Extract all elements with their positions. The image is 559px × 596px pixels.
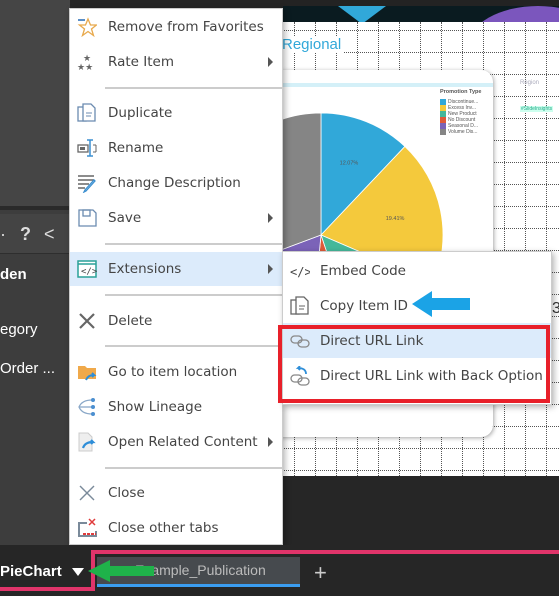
legend-title: Promotion Type [440,89,482,95]
star-remove-icon [77,17,97,37]
menu-item-change-description[interactable]: Change Description [70,166,282,200]
tab-label: PieChart [0,563,62,580]
menu-item-label: Open Related Content [108,434,258,450]
app-window: · ? < den egory Order ... Regional Regio… [0,0,559,596]
menu-item-duplicate[interactable]: Duplicate [70,96,282,130]
menu-item-label: Save [108,210,142,226]
edit-description-icon [78,175,96,193]
svg-text:★★: ★★ [77,63,93,72]
code-icon: </> [290,265,310,279]
submenu-arrow-icon [268,264,273,274]
slide-insights-tag: #SlideInsights [520,106,554,112]
close-other-tabs-icon [78,518,97,537]
list-item[interactable]: den [0,266,27,283]
submenu-arrow-icon [268,437,273,447]
menu-item-go-to-location[interactable]: Go to item location [70,355,282,389]
menu-item-remove-from-favorites[interactable]: Remove from Favorites [70,10,282,44]
report-title: Regional [282,36,344,53]
tabbar-highlight [0,587,95,591]
menu-separator [105,243,282,245]
tab-label: Example_Publication [135,562,266,578]
menu-item-label: Close [108,485,145,501]
menu-item-extensions[interactable]: </> Extensions [70,252,282,286]
grid-line [280,470,559,471]
region-label: Region [520,80,540,86]
duplicate-icon [77,103,96,122]
menu-item-delete[interactable]: Delete [70,304,282,338]
menu-item-label: Rename [108,140,164,156]
tab-piechart[interactable]: PieChart [0,556,91,587]
menu-item-show-lineage[interactable]: Show Lineage [70,390,282,424]
slice-label: 19.41% [386,216,405,222]
list-item[interactable]: Order ... [0,360,55,377]
menu-item-rename[interactable]: Rename [70,131,282,165]
legend-swatch [440,129,446,135]
delete-x-icon [79,313,95,329]
menu-item-label: Show Lineage [108,399,202,415]
menu-separator [105,294,282,296]
menu-separator [105,345,282,347]
green-arrow-annotation [88,560,154,582]
submenu-arrow-icon [268,213,273,223]
list-item[interactable]: egory [0,321,38,338]
menu-item-label: Close other tabs [108,520,219,536]
menu-item-close-other-tabs[interactable]: Close other tabs [70,511,282,545]
slice-label: 12.07% [340,161,359,167]
grid-line [546,22,547,476]
submenu-item-label: Copy Item ID [320,297,408,314]
blue-arrow-annotation [412,291,470,317]
menu-separator [105,467,282,469]
menu-item-label: Remove from Favorites [108,19,264,35]
tabbar-highlight [91,550,559,554]
kpi-value: 3 [552,300,559,317]
menu-item-label: Delete [108,313,153,329]
submenu-item-label: Embed Code [320,262,406,279]
menu-item-label: Rate Item [108,54,174,70]
menu-item-label: Go to item location [108,364,238,380]
menu-item-label: Duplicate [108,105,173,121]
grid-line [525,22,526,476]
submenu-arrow-icon [268,57,273,67]
submenu-item-embed-code[interactable]: </> Embed Code [283,253,551,288]
context-menu: Remove from Favorites ★ ★★ Rate Item Dupl… [69,8,283,545]
menu-item-rate-item[interactable]: ★ ★★ Rate Item [70,45,282,79]
save-icon [78,209,97,227]
grid-line [504,22,505,476]
lineage-icon [78,398,95,416]
highlight-box [278,325,550,403]
copy-id-icon [290,296,309,315]
rate-stars-icon: ★★★ [77,54,93,72]
folder-location-icon [78,366,97,381]
grid-line [280,30,559,31]
more-icon[interactable]: · [0,224,6,245]
close-icon [79,485,95,501]
legend-label: Volume Dis... [448,129,478,135]
related-content-icon [78,432,96,452]
rename-icon [77,139,97,157]
grid-line [280,448,559,449]
menu-separator [105,87,282,89]
menu-item-close[interactable]: Close [70,476,282,510]
menu-item-save[interactable]: Save [70,201,282,235]
collapse-icon[interactable]: < [44,224,55,245]
add-tab-button[interactable]: + [314,560,327,586]
menu-item-label: Extensions [108,261,182,277]
left-toolbar: · ? < [0,214,70,254]
legend-item: Volume Dis... [440,129,481,135]
help-icon[interactable]: ? [20,224,31,245]
left-panel-header [0,0,70,210]
code-window-icon: </> [77,260,97,278]
chart-legend: Promotion Type Discontinue... Excess Inv.… [440,89,481,135]
menu-item-open-related-content[interactable]: Open Related Content [70,425,282,459]
svg-text:</>: </> [290,265,310,279]
menu-item-label: Change Description [108,175,241,191]
tab-dropdown-icon[interactable] [72,568,84,576]
svg-text:</>: </> [81,267,97,277]
